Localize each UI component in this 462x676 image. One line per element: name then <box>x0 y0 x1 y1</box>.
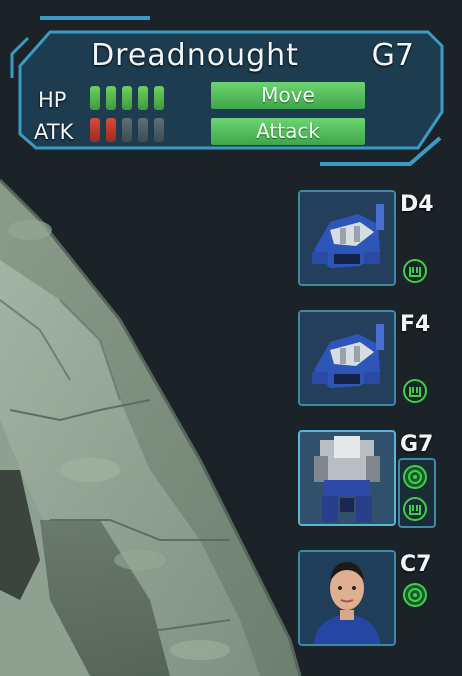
move-button[interactable]: Move <box>211 82 365 109</box>
atk-label: ATK <box>34 120 74 144</box>
roster-coord: D4 <box>400 192 434 217</box>
roster-card-c7[interactable]: C7 <box>298 550 431 646</box>
stat-pip-empty <box>154 118 164 142</box>
atk-bar <box>90 118 164 142</box>
stat-pip-filled <box>122 86 132 110</box>
stat-pip-filled <box>90 118 100 142</box>
stat-pip-filled <box>90 86 100 110</box>
hp-label: HP <box>38 88 67 112</box>
roster-card-f4[interactable]: F4 <box>298 310 430 406</box>
unit-name: Dreadnought <box>91 38 299 73</box>
stat-pip-filled <box>138 86 148 110</box>
roster-coord: C7 <box>400 552 432 577</box>
stat-pip-filled <box>106 86 116 110</box>
roster-card-d4[interactable]: D4 <box>298 190 434 286</box>
pilot-portrait <box>298 550 396 646</box>
move-ready-icon <box>403 465 427 489</box>
dreadnought-portrait <box>298 430 396 526</box>
roster-coord: G7 <box>400 432 434 457</box>
move-ready-icon <box>403 583 427 607</box>
unit-position: G7 <box>371 38 414 73</box>
action-ready-icon <box>403 497 427 521</box>
mech-portrait <box>298 190 396 286</box>
attack-button[interactable]: Attack <box>211 118 365 145</box>
unit-info-panel: Dreadnought G7 HP ATK Move Attack <box>10 14 446 174</box>
stat-pip-empty <box>138 118 148 142</box>
action-ready-icon <box>403 379 427 403</box>
hp-bar <box>90 86 164 110</box>
stat-pip-filled <box>106 118 116 142</box>
stat-pip-empty <box>122 118 132 142</box>
mech-portrait <box>298 310 396 406</box>
stat-pip-filled <box>154 86 164 110</box>
action-ready-icon <box>403 259 427 283</box>
roster-coord: F4 <box>400 312 431 337</box>
roster-card-g7[interactable]: G7 <box>298 430 436 528</box>
